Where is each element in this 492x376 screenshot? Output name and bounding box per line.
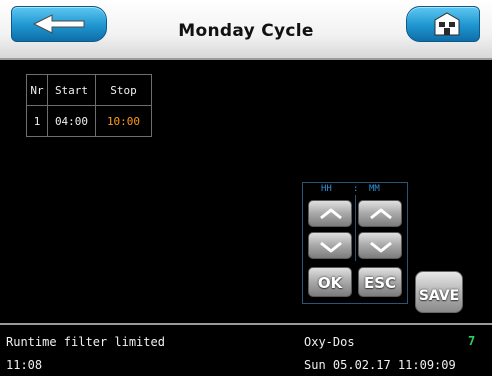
home-button[interactable] (406, 6, 480, 42)
status-divider (0, 323, 492, 325)
minutes-up-button[interactable] (358, 200, 402, 227)
cell-nr: 1 (26, 105, 48, 137)
chevron-down-icon (320, 241, 342, 253)
back-arrow-icon (32, 14, 85, 34)
cell-stop-time[interactable]: 10:00 (95, 105, 152, 137)
page-title: Monday Cycle (178, 21, 314, 41)
device-name: Oxy-Dos (304, 335, 355, 349)
chevron-up-icon (370, 208, 392, 220)
cell-start-time[interactable]: 04:00 (47, 105, 96, 137)
hours-label: HH (321, 184, 332, 194)
minutes-label: MM (369, 184, 380, 194)
table-header-row: Nr Start Stop (26, 74, 152, 106)
chevron-up-icon (320, 208, 342, 220)
table-row[interactable]: 1 04:00 10:00 (26, 105, 152, 137)
esc-button[interactable]: ESC (358, 267, 402, 297)
ok-label: OK (317, 274, 343, 292)
header-bar: Monday Cycle (0, 0, 492, 58)
ok-button[interactable]: OK (308, 267, 352, 297)
status-time: 11:08 (6, 358, 43, 372)
status-message: Runtime filter limited (6, 335, 165, 349)
save-button[interactable]: SAVE (415, 271, 463, 313)
column-header-nr: Nr (26, 74, 48, 106)
minutes-down-button[interactable] (358, 232, 402, 259)
time-keypad: HH : MM OK ESC (302, 182, 408, 304)
header-divider (0, 58, 492, 60)
status-datetime: Sun 05.02.17 11:09:09 (304, 358, 456, 372)
back-button[interactable] (11, 6, 107, 42)
hours-down-button[interactable] (308, 232, 352, 259)
chevron-down-icon (370, 241, 392, 253)
keypad-divider (355, 195, 356, 261)
home-icon (434, 12, 460, 36)
save-label: SAVE (418, 288, 460, 304)
column-header-start: Start (47, 74, 96, 106)
cycle-table: Nr Start Stop 1 04:00 10:00 (26, 74, 152, 137)
time-separator: : (353, 184, 359, 194)
hours-up-button[interactable] (308, 200, 352, 227)
esc-label: ESC (363, 274, 397, 292)
column-header-stop: Stop (95, 74, 152, 106)
status-count: 7 (468, 334, 476, 348)
